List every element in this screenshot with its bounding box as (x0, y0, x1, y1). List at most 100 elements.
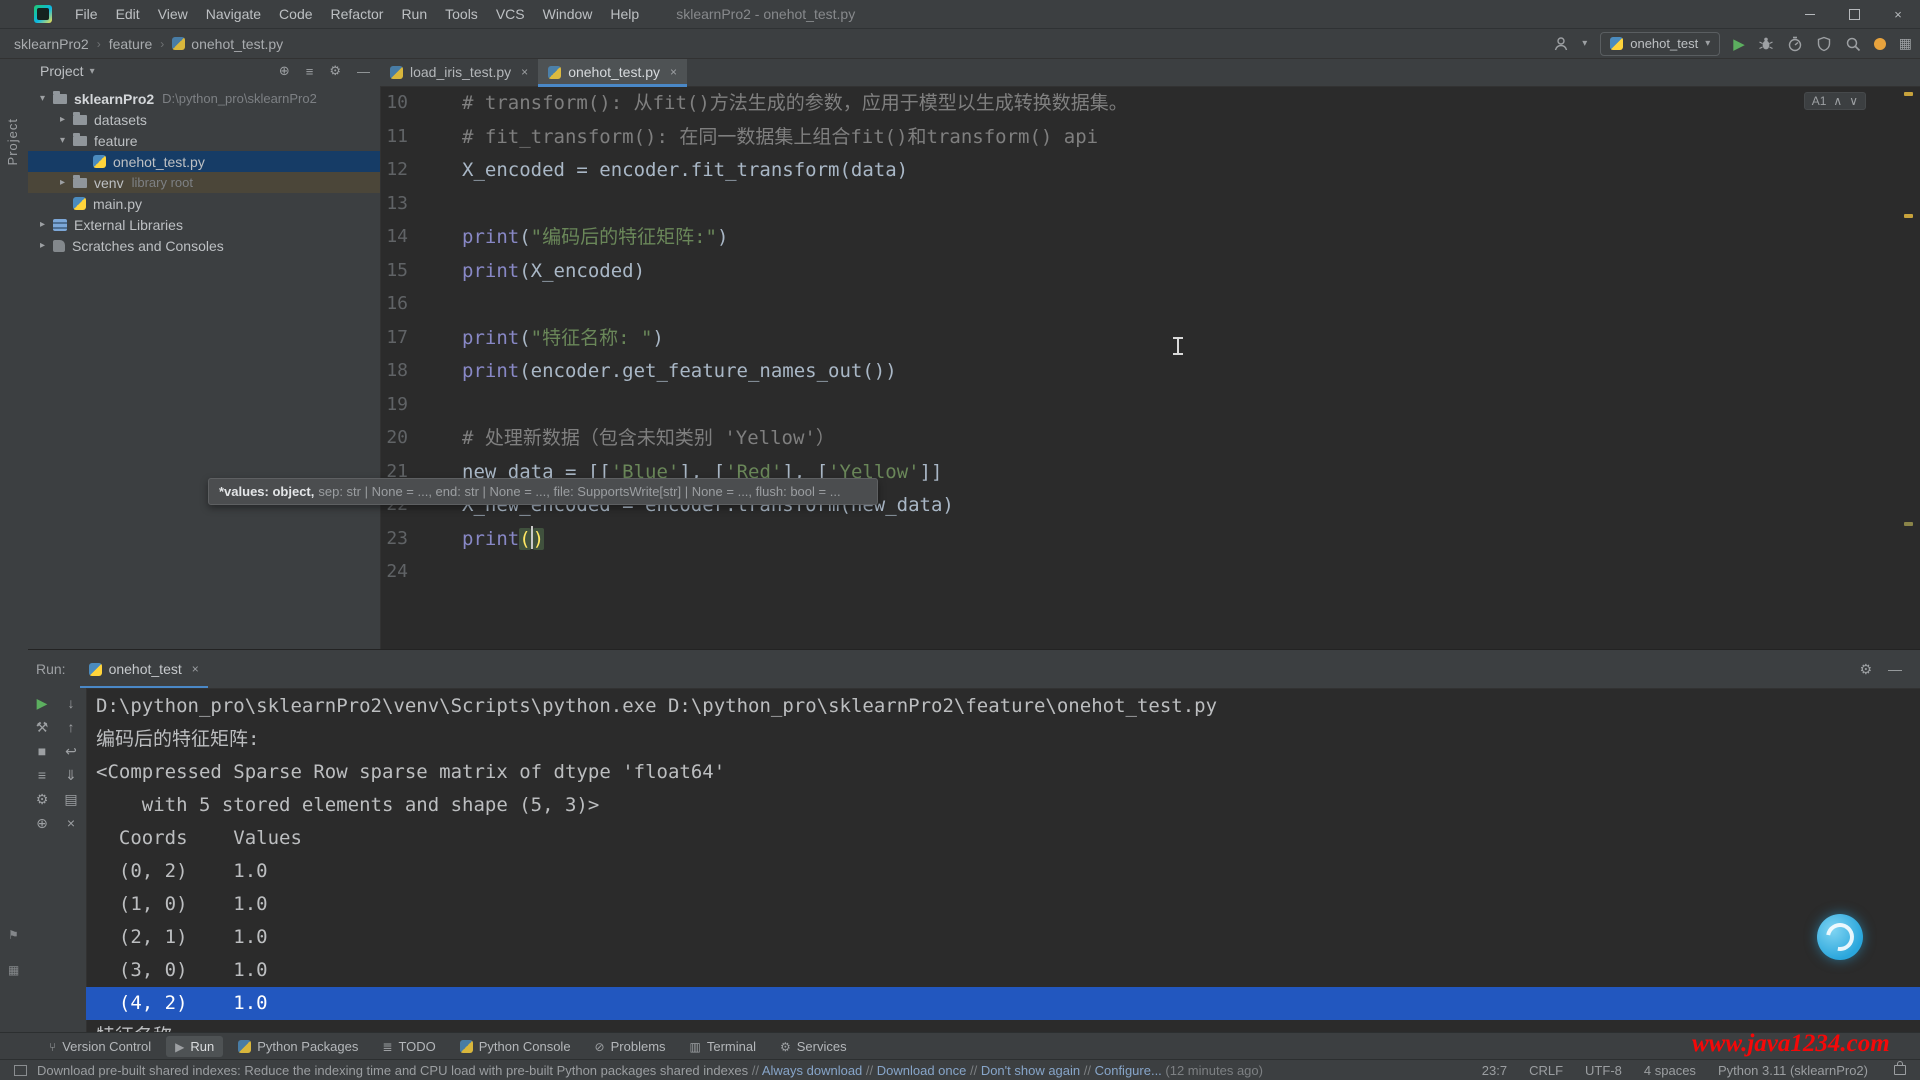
maximize-button[interactable] (1832, 0, 1876, 28)
prev-problem-icon[interactable]: ∧ (1833, 94, 1842, 108)
menu-tools[interactable]: Tools (436, 0, 487, 28)
gutter-line-number[interactable]: 13 (380, 187, 408, 221)
run-console[interactable]: D:\python_pro\sklearnPro2\venv\Scripts\p… (86, 688, 1920, 1033)
status-link-download-once[interactable]: Download once (877, 1063, 967, 1078)
stripe-project-button[interactable]: Project (5, 118, 20, 165)
run-button[interactable]: ▶ (1733, 35, 1745, 53)
stop-icon[interactable]: ■ (38, 744, 46, 758)
rerun-icon[interactable]: ▶ (37, 696, 48, 710)
status-link-don-t-show-again[interactable]: Don't show again (981, 1063, 1080, 1078)
print-icon[interactable]: ▤ (64, 792, 77, 806)
tree-row-datasets[interactable]: ▸datasets (28, 109, 380, 130)
code-line[interactable] (462, 555, 1890, 589)
status-link-configure[interactable]: Configure... (1095, 1063, 1162, 1078)
chevron-down-icon[interactable]: ▾ (90, 66, 95, 77)
toolwindow-version-control[interactable]: ⑂Version Control (40, 1036, 160, 1057)
code-line[interactable]: # transform(): 从fit()方法生成的参数，应用于模型以生成转换数… (462, 86, 1890, 120)
gutter-line-number[interactable]: 23 (380, 522, 408, 556)
tab-close-icon[interactable]: × (192, 662, 199, 676)
gutter-line-number[interactable]: 12 (380, 153, 408, 187)
scroll-up-icon[interactable]: ↑ (68, 720, 75, 734)
code-line[interactable] (462, 287, 1890, 321)
toolwindow-run[interactable]: ▶Run (166, 1036, 223, 1057)
project-panel-title[interactable]: Project (40, 63, 84, 79)
gutter-line-number[interactable]: 19 (380, 388, 408, 422)
chevron-down-icon[interactable]: ▾ (1582, 38, 1587, 49)
toolwindow-problems[interactable]: ⊘Problems (586, 1036, 675, 1057)
tab-close-icon[interactable]: × (670, 65, 677, 79)
gutter-line-number[interactable]: 14 (380, 220, 408, 254)
console-line[interactable]: 编码后的特征矩阵: (86, 723, 1920, 756)
console-line[interactable]: (3, 0) 1.0 (86, 954, 1920, 987)
breadcrumb-item-onehot-test-py[interactable]: onehot_test.py (172, 36, 283, 52)
line-ending-widget[interactable]: CRLF (1529, 1063, 1563, 1078)
status-link-always-download[interactable]: Always download (762, 1063, 862, 1078)
notification-dot-icon[interactable] (1874, 38, 1886, 50)
code-line[interactable] (462, 388, 1890, 422)
coverage-button[interactable] (1816, 36, 1832, 52)
tree-row-main-py[interactable]: main.py (28, 193, 380, 214)
pin-icon[interactable]: ⊕ (36, 816, 48, 830)
hide-panel-icon[interactable]: — (357, 64, 370, 79)
search-everywhere-icon[interactable] (1845, 36, 1861, 52)
code-line[interactable]: print("编码后的特征矩阵:") (462, 220, 1890, 254)
caret-position-widget[interactable]: 23:7 (1482, 1063, 1507, 1078)
toolwindow-terminal[interactable]: ▥Terminal (681, 1036, 765, 1057)
console-line[interactable]: <Compressed Sparse Row sparse matrix of … (86, 756, 1920, 789)
code-line[interactable]: print(X_encoded) (462, 254, 1890, 288)
next-problem-icon[interactable]: ∨ (1849, 94, 1858, 108)
breadcrumb-item-feature[interactable]: feature (109, 36, 153, 52)
toolwindow-services[interactable]: ⚙Services (771, 1036, 856, 1057)
editor[interactable]: 101112131415161718192021222324 # transfo… (380, 86, 1920, 649)
code-line[interactable]: # fit_transform(): 在同一数据集上组合fit()和transf… (462, 120, 1890, 154)
tab-load-iris-test-py[interactable]: load_iris_test.py× (380, 58, 538, 86)
minimize-button[interactable] (1788, 0, 1832, 28)
interpreter-widget[interactable]: Python 3.11 (sklearnPro2) (1718, 1063, 1868, 1078)
run-settings-gear-icon[interactable]: ⚙ (1859, 661, 1872, 678)
gutter-line-number[interactable]: 20 (380, 421, 408, 455)
gutter-line-number[interactable]: 16 (380, 287, 408, 321)
structure-icon[interactable]: ▦ (8, 963, 19, 977)
menu-code[interactable]: Code (270, 0, 321, 28)
console-line[interactable]: (0, 2) 1.0 (86, 855, 1920, 888)
scroll-down-icon[interactable]: ↓ (68, 696, 75, 710)
gutter-line-number[interactable]: 24 (380, 555, 408, 589)
toolwindow-python-packages[interactable]: Python Packages (229, 1036, 367, 1057)
inspections-widget[interactable]: A1 ∧ ∨ (1804, 92, 1866, 110)
toolwindow-todo[interactable]: ≣TODO (373, 1036, 444, 1057)
clear-icon[interactable]: × (67, 816, 75, 830)
tab-onehot-test-py[interactable]: onehot_test.py× (538, 58, 687, 86)
code-line[interactable]: X_encoded = encoder.fit_transform(data) (462, 153, 1890, 187)
run-tab[interactable]: onehot_test × (80, 650, 208, 688)
console-line[interactable]: with 5 stored elements and shape (5, 3)> (86, 789, 1920, 822)
debug-button[interactable] (1758, 36, 1774, 52)
profiler-button[interactable] (1787, 36, 1803, 52)
select-opened-file-icon[interactable]: ⊕ (279, 63, 290, 79)
console-line[interactable]: (4, 2) 1.0 (86, 987, 1920, 1020)
code-line[interactable]: print() (462, 522, 1890, 556)
gutter-line-number[interactable]: 17 (380, 321, 408, 355)
menu-view[interactable]: View (149, 0, 197, 28)
tab-close-icon[interactable]: × (521, 65, 528, 79)
collapse-all-icon[interactable]: ≡ (306, 64, 314, 79)
build-icon[interactable]: ⚒ (36, 720, 49, 734)
restore-layout-icon[interactable]: ≡ (38, 768, 46, 782)
breadcrumb-item-sklearnpro2[interactable]: sklearnPro2 (14, 36, 89, 52)
run-configuration-select[interactable]: onehot_test ▾ (1600, 32, 1720, 56)
tool-windows-grid-icon[interactable]: ▦ (1899, 35, 1912, 52)
commit-user-icon[interactable] (1553, 36, 1569, 52)
settings-icon[interactable]: ⚙ (36, 792, 49, 806)
scroll-to-end-icon[interactable]: ⇓ (65, 768, 77, 782)
encoding-widget[interactable]: UTF-8 (1585, 1063, 1622, 1078)
panel-options-gear-icon[interactable]: ⚙ (329, 63, 341, 79)
console-line[interactable]: D:\python_pro\sklearnPro2\venv\Scripts\p… (86, 690, 1920, 723)
toolwindow-python-console[interactable]: Python Console (451, 1036, 580, 1057)
code-line[interactable] (462, 187, 1890, 221)
gutter-line-number[interactable]: 10 (380, 86, 408, 120)
gutter-line-number[interactable]: 18 (380, 354, 408, 388)
tree-row-feature[interactable]: ▾feature (28, 130, 380, 151)
menu-refactor[interactable]: Refactor (322, 0, 393, 28)
gutter-line-number[interactable]: 15 (380, 254, 408, 288)
code-line[interactable]: # 处理新数据（包含未知类别 'Yellow'） (462, 421, 1890, 455)
tree-row-external-libraries[interactable]: ▸External Libraries (28, 214, 380, 235)
